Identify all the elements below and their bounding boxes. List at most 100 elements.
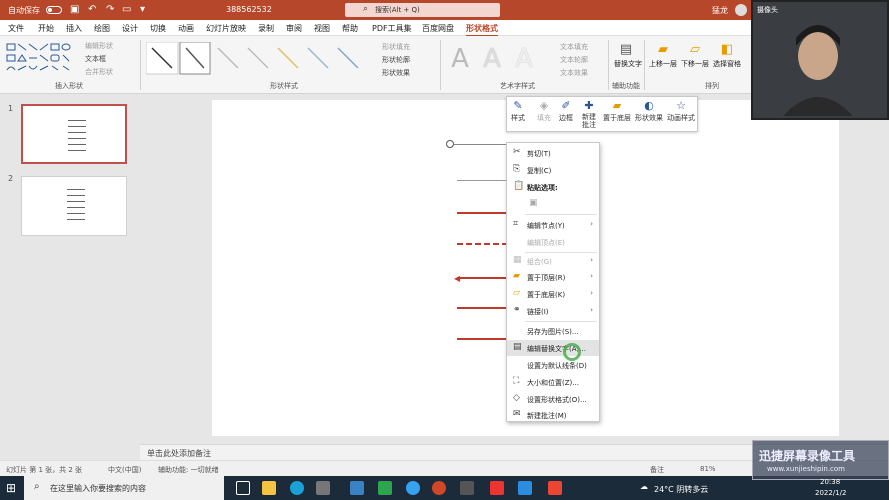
merge-shapes-button[interactable]: 合并形状 — [85, 67, 113, 77]
taskbar-search-input[interactable]: ⌕ 在这里输入你要搜索的内容 — [24, 476, 224, 500]
recorder-icon[interactable] — [518, 481, 532, 495]
customize-toolbar-icon[interactable]: ▾ — [140, 4, 145, 15]
mini-animation-button[interactable]: ☆ 动画样式 — [667, 99, 695, 123]
thumb-line — [67, 213, 85, 214]
menu-item-edit-points[interactable]: ⌗ 编辑节点(Y) › — [507, 217, 599, 233]
save-icon[interactable]: ▣ — [70, 4, 79, 15]
menu-item-send-to-back[interactable]: ▱ 置于底层(K) › — [507, 286, 599, 302]
app-icon[interactable] — [548, 481, 562, 495]
tab-record[interactable]: 录制 — [258, 23, 274, 34]
menu-item-bring-to-front[interactable]: ▰ 置于顶层(R) › — [507, 269, 599, 285]
user-name[interactable]: 猛龙 — [712, 5, 728, 16]
wordart-style-3[interactable]: A — [510, 44, 538, 74]
tab-design[interactable]: 设计 — [122, 23, 138, 34]
menu-item-edit-alt-text[interactable]: ▤ 编辑替换文字(A)... — [507, 340, 599, 356]
search-input[interactable]: ⌕ 搜索(Alt + Q) — [345, 3, 500, 17]
menu-item-cut[interactable]: ✂ 剪切(T) — [507, 145, 599, 161]
tab-shape-format[interactable]: 形状格式 — [466, 23, 498, 37]
notes-button[interactable]: 备注 — [650, 465, 664, 475]
file-explorer-icon[interactable] — [262, 481, 276, 495]
menu-item-new-comment[interactable]: ✉ 新建批注(M) — [507, 407, 599, 423]
wordart-style-1[interactable]: A — [446, 44, 474, 74]
menu-item-save-as-picture[interactable]: 另存为图片(S)... — [507, 323, 599, 339]
language-status[interactable]: 中文(中国) — [108, 465, 141, 475]
style-icon: ✎ — [513, 99, 523, 112]
menu-item-link[interactable]: ⚭ 链接(I) › — [507, 303, 599, 319]
menu-item-format-shape[interactable]: ◇ 设置形状格式(O)... — [507, 391, 599, 407]
accessibility-status[interactable]: 辅助功能: 一切就绪 — [158, 465, 219, 475]
weather-text[interactable]: 24°C 阴转多云 — [654, 484, 708, 495]
text-effect-button[interactable]: 文本效果 — [560, 68, 588, 78]
document-name[interactable]: 388562532 — [226, 5, 272, 14]
tab-baidu[interactable]: 百度网盘 — [422, 23, 454, 34]
undo-icon[interactable]: ↶ — [88, 4, 96, 15]
slide-thumbnail-1[interactable] — [21, 104, 127, 164]
zoom-level[interactable]: 81% — [700, 465, 716, 473]
slide-thumbnail-2[interactable] — [21, 176, 127, 236]
tab-pdf-tools[interactable]: PDF工具集 — [372, 23, 412, 34]
line-shape[interactable] — [457, 338, 507, 340]
avatar[interactable] — [735, 4, 747, 16]
textbox-button[interactable]: 文本框 — [85, 54, 106, 64]
tab-review[interactable]: 审阅 — [286, 23, 302, 34]
selection-pane-button[interactable]: ◧ 选择窗格 — [712, 42, 742, 69]
tab-animations[interactable]: 动画 — [178, 23, 194, 34]
windows-start-icon[interactable]: ⊞ — [6, 481, 16, 495]
menu-item-paste-option[interactable]: ▣ — [507, 196, 599, 212]
task-view-icon[interactable] — [236, 481, 250, 495]
clock-time[interactable]: 20:38 — [820, 478, 840, 486]
menu-item-set-default-line[interactable]: 设置为默认线条(D) — [507, 357, 599, 373]
shape-outline-button[interactable]: 形状轮廓 — [382, 55, 410, 65]
shape-styles-gallery[interactable] — [146, 42, 376, 78]
edge-icon[interactable] — [290, 481, 304, 495]
clock-date[interactable]: 2022/1/2 — [815, 489, 846, 497]
tab-insert[interactable]: 插入 — [66, 23, 82, 34]
mini-send-back-button[interactable]: ▰ 置于底层 — [603, 99, 631, 123]
shapes-gallery[interactable] — [6, 42, 76, 76]
line-shape[interactable] — [457, 307, 507, 309]
tab-help[interactable]: 帮助 — [342, 23, 358, 34]
bring-forward-button[interactable]: ▰ 上移一层 — [648, 42, 678, 69]
mini-style-button[interactable]: ✎ 样式 — [511, 99, 525, 123]
selection-handle[interactable] — [446, 140, 454, 148]
send-backward-button[interactable]: ▱ 下移一层 — [680, 42, 710, 69]
edit-shape-button[interactable]: 编辑形状 — [85, 41, 113, 51]
redo-icon[interactable]: ↷ — [106, 4, 114, 15]
tab-home[interactable]: 开始 — [38, 23, 54, 34]
tab-file[interactable]: 文件 — [8, 23, 24, 34]
menu-item-size-position[interactable]: ⛶ 大小和位置(Z)... — [507, 374, 599, 390]
tab-draw[interactable]: 绘图 — [94, 23, 110, 34]
powerpoint-icon[interactable] — [432, 481, 446, 495]
shape-fill-button[interactable]: 形状填充 — [382, 42, 410, 52]
text-outline-button[interactable]: 文本轮廓 — [560, 55, 588, 65]
mini-new-comment-button[interactable]: ✚ 新建批注 — [581, 99, 597, 129]
outline-icon: ✐ — [561, 99, 571, 112]
mail-icon[interactable] — [350, 481, 364, 495]
menu-item-copy[interactable]: ⎘ 复制(C) — [507, 162, 599, 178]
arrow-line-shape[interactable] — [457, 277, 507, 279]
browser-icon[interactable] — [406, 481, 420, 495]
shape-effect-button[interactable]: 形状效果 — [382, 68, 410, 78]
menu-item-group[interactable]: ▦ 组合(G) › — [507, 253, 599, 269]
mini-outline-button[interactable]: ✐ 边框 — [559, 99, 573, 123]
present-icon[interactable]: ▭ — [122, 4, 131, 15]
alt-text-button[interactable]: ▤ 替换文字 — [614, 42, 642, 69]
app-icon[interactable] — [378, 481, 392, 495]
selected-line[interactable] — [454, 144, 506, 145]
mini-shape-effect-button[interactable]: ◐ 形状效果 — [635, 99, 663, 123]
line-shape[interactable] — [457, 212, 507, 214]
wps-icon[interactable] — [490, 481, 504, 495]
text-fill-button[interactable]: 文本填充 — [560, 42, 588, 52]
tab-transitions[interactable]: 切换 — [150, 23, 166, 34]
line-shape[interactable] — [457, 180, 507, 181]
app-icon[interactable] — [460, 481, 474, 495]
store-icon[interactable] — [316, 481, 330, 495]
tab-view[interactable]: 视图 — [314, 23, 330, 34]
wordart-style-2[interactable]: A — [478, 44, 506, 74]
alt-text-icon: ▤ — [619, 42, 633, 57]
autosave-toggle[interactable] — [46, 6, 62, 14]
tab-slideshow[interactable]: 幻灯片放映 — [206, 23, 246, 34]
dashed-line-shape[interactable] — [457, 243, 507, 245]
mini-fill-button[interactable]: ◈ 填充 — [537, 99, 551, 123]
menu-item-edit-vertices[interactable]: 编辑顶点(E) — [507, 234, 599, 250]
